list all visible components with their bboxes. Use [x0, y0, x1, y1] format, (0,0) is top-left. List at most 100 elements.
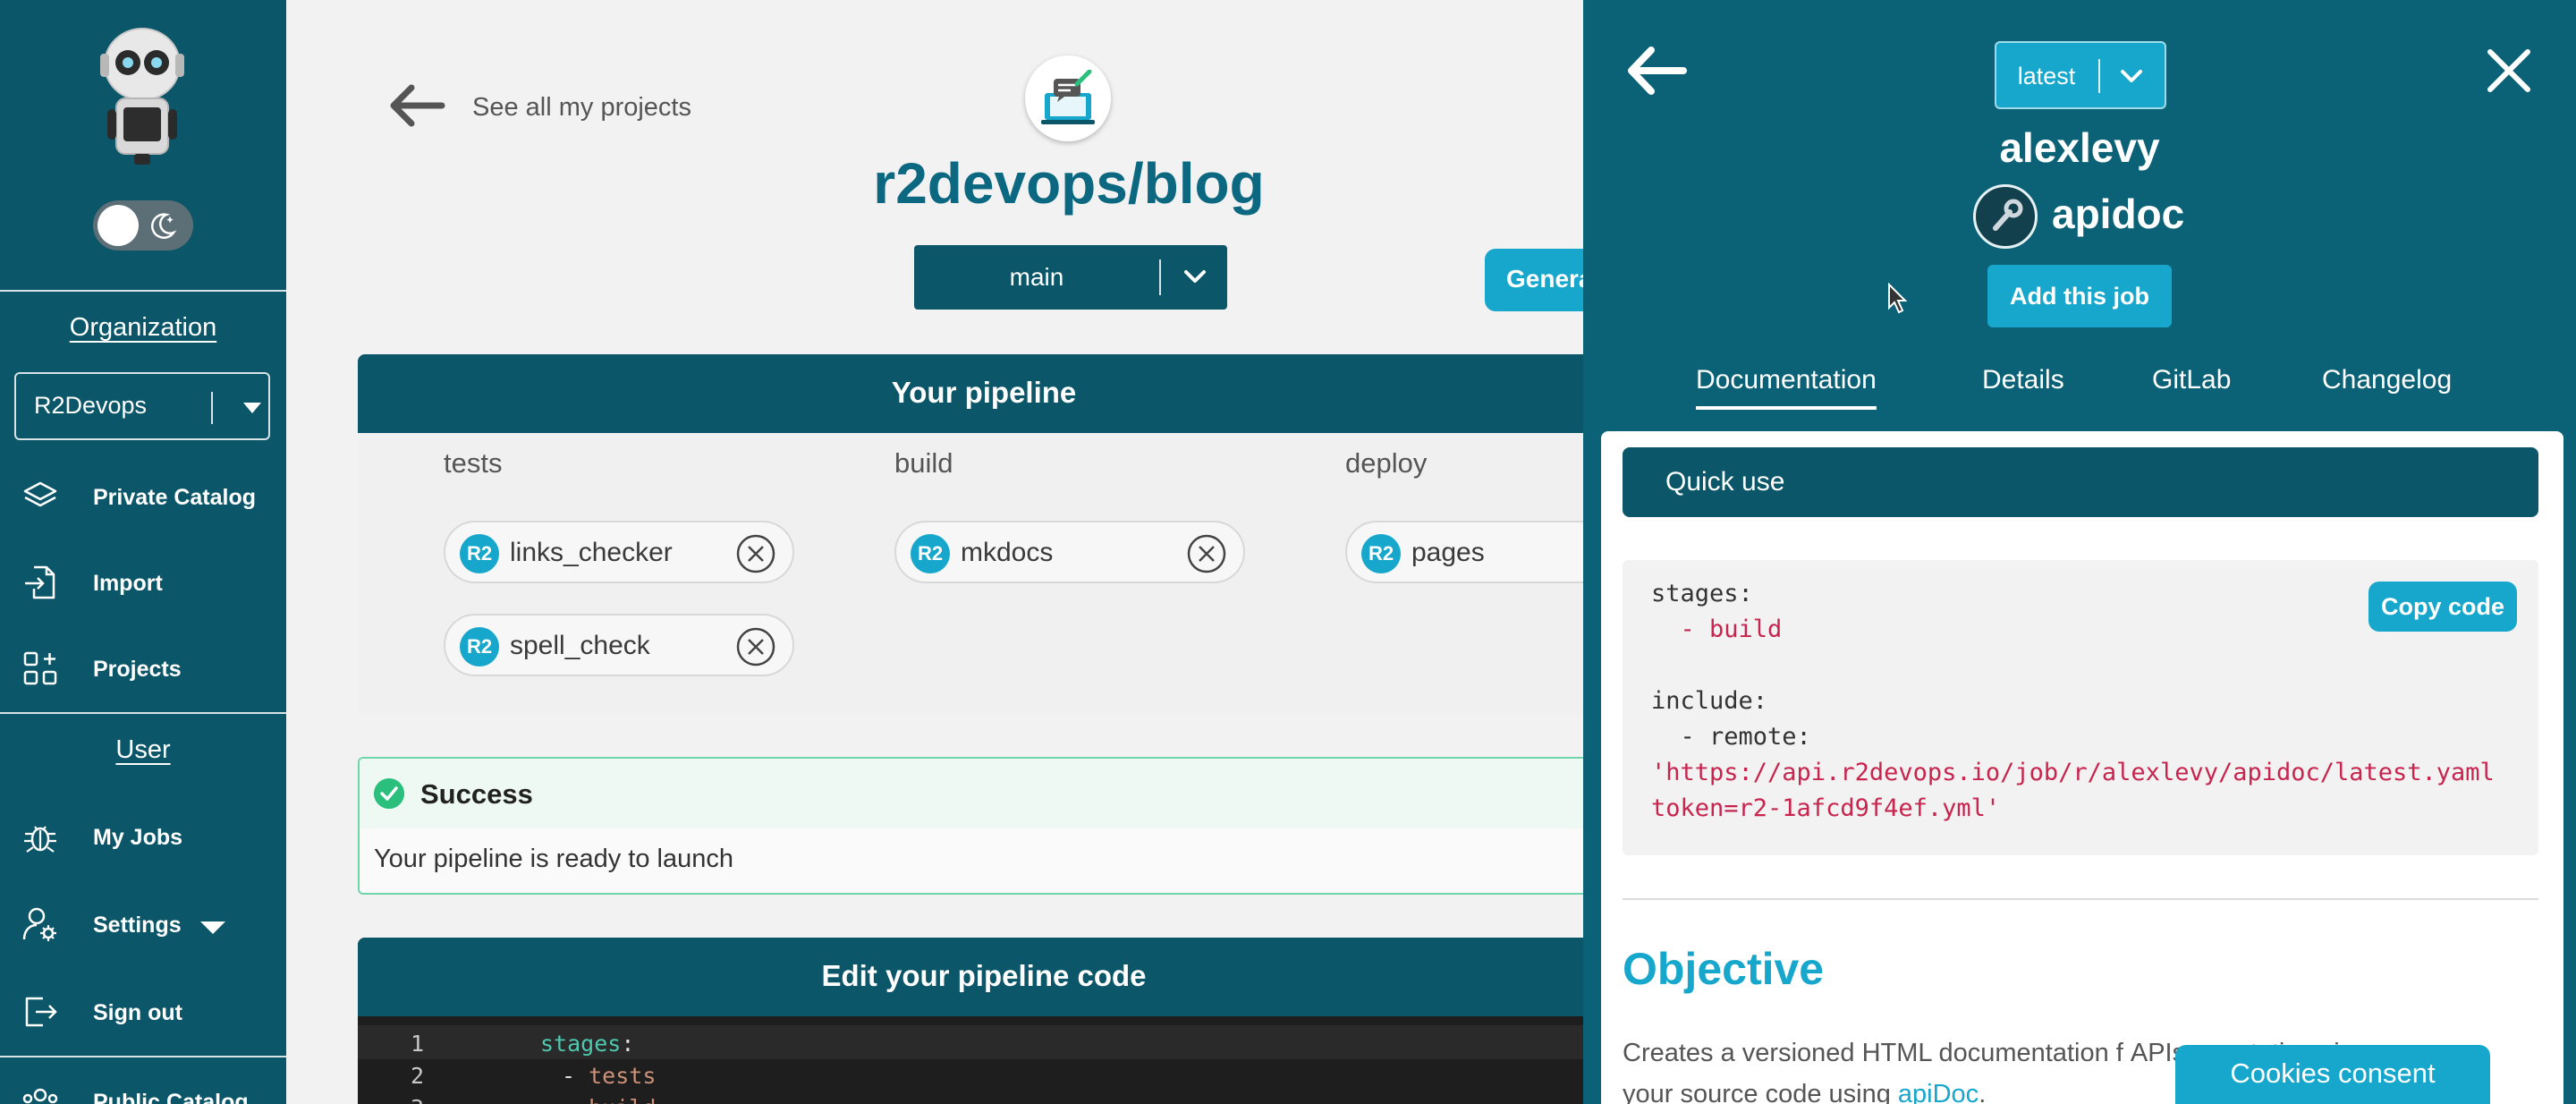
objective-text-part: your source code using [1623, 1080, 1898, 1104]
line-number: 3 [394, 1095, 424, 1104]
chevron-down-icon [2121, 70, 2142, 82]
user-heading: User [115, 735, 171, 764]
tab-details[interactable]: Details [1982, 365, 2064, 406]
remove-job-icon[interactable] [735, 533, 776, 574]
organization-select[interactable]: R2Devops [14, 372, 270, 440]
sidebar-item-label: Public Catalog [93, 1090, 249, 1104]
job-name: links_checker [510, 538, 673, 567]
job-chip-links-checker[interactable]: R2 links_checker [444, 521, 794, 583]
success-alert: Success Your pipeline is ready to launch [358, 757, 1610, 895]
code-value: build [589, 1095, 656, 1104]
public-catalog-icon [22, 1088, 58, 1104]
file-import-icon [25, 565, 55, 599]
tab-documentation[interactable]: Documentation [1696, 365, 1877, 410]
layers-icon [23, 481, 57, 507]
success-title: Success [420, 778, 533, 810]
stage-title: tests [444, 447, 503, 479]
code-line: include: [1651, 687, 1768, 715]
code-value: tests [589, 1063, 657, 1089]
project-icon [1025, 55, 1111, 141]
organization-select-value: R2Devops [34, 392, 148, 419]
cookies-consent-button[interactable]: Cookies consent [2175, 1045, 2490, 1104]
code-line: token=r2-1afcd9f4ef.yml' [1651, 794, 2001, 822]
chat-laptop-icon [1041, 70, 1095, 124]
moon-stars-icon [151, 213, 177, 239]
chevron-down-icon [1184, 270, 1206, 283]
copy-code-button[interactable]: Copy code [2368, 582, 2517, 632]
sidebar-item-import[interactable]: Import [0, 551, 286, 614]
sidebar-item-projects[interactable]: Projects [0, 637, 286, 700]
remove-job-icon[interactable] [735, 626, 776, 667]
objective-heading: Objective [1623, 944, 1825, 994]
objective-text-part: . [1979, 1080, 1987, 1104]
code-key: stages [540, 1031, 622, 1057]
user-settings-icon [22, 907, 56, 941]
add-job-button[interactable]: Add this job [1987, 265, 2172, 327]
apidoc-link[interactable]: apiDoc [1898, 1080, 1979, 1104]
quick-use-accordion[interactable]: Quick use [1623, 447, 2538, 517]
sidebar-item-public-catalog[interactable]: Public Catalog [0, 1070, 286, 1104]
sidebar-divider [0, 290, 286, 292]
job-name: apidoc [2052, 191, 2185, 237]
remove-job-icon[interactable] [1186, 533, 1227, 574]
job-name: spell_check [510, 631, 650, 660]
version-select[interactable]: latest [1995, 41, 2166, 109]
projects-grid-icon [23, 651, 57, 685]
sidebar-divider [0, 1056, 286, 1057]
success-header [360, 759, 1608, 828]
sidebar-item-label: Sign out [93, 1000, 182, 1025]
pipeline-code-editor[interactable]: Edit your pipeline code 1 stages: 2 - te… [358, 938, 1610, 1104]
objective-text-part: Creates a versioned HTML documentation f [1623, 1039, 2123, 1067]
close-icon[interactable] [2483, 45, 2535, 97]
sidebar-item-private-catalog[interactable]: Private Catalog [0, 465, 286, 528]
code-dash: - [1651, 616, 1710, 643]
see-all-projects-link[interactable]: See all my projects [385, 77, 760, 134]
job-name: mkdocs [961, 538, 1054, 567]
pipeline-card: Your pipeline tests build deploy R2 link… [358, 354, 1610, 714]
stage-title: deploy [1345, 447, 1428, 479]
robot-logo-icon[interactable] [89, 23, 195, 166]
code-line: - remote: [1651, 723, 1811, 751]
main-content: See all my projects r2devops/blog main G… [286, 0, 1664, 1104]
theme-toggle[interactable] [93, 200, 193, 251]
job-chip-pages[interactable]: R2 pages [1345, 521, 1610, 583]
job-detail-panel: latest alexlevy apidoc Add this job Docu… [1583, 0, 2576, 1104]
code-line: - build [562, 1095, 656, 1104]
quick-use-code-block: Copy code stages: - build include: - rem… [1623, 560, 2538, 855]
success-message: Your pipeline is ready to launch [374, 845, 733, 873]
documentation-content: Quick use Copy code stages: - build incl… [1601, 431, 2563, 1104]
select-separator [2098, 59, 2100, 93]
arrow-left-icon [390, 84, 445, 127]
sidebar-item-label: Settings [93, 913, 182, 938]
sign-out-icon [25, 997, 57, 1027]
sidebar-item-label: Import [93, 571, 163, 596]
code-line: stages: [1651, 580, 1753, 607]
sidebar-item-sign-out[interactable]: Sign out [0, 981, 286, 1043]
caret-down-icon [200, 921, 225, 934]
job-owner: alexlevy [1999, 124, 2160, 171]
sidebar-item-label: Projects [93, 657, 182, 682]
branch-select[interactable]: main [914, 245, 1227, 310]
sidebar-item-my-jobs[interactable]: My Jobs [0, 805, 286, 868]
job-chip-mkdocs[interactable]: R2 mkdocs [894, 521, 1245, 583]
code-line: - build [1651, 616, 1783, 643]
tab-gitlab[interactable]: GitLab [2152, 365, 2231, 406]
arrow-left-icon[interactable] [1623, 43, 1689, 98]
r2-badge: R2 [460, 627, 499, 667]
back-link-label: See all my projects [472, 93, 691, 122]
tab-changelog[interactable]: Changelog [2322, 365, 2452, 406]
r2-badge: R2 [1361, 534, 1401, 573]
job-avatar [1973, 184, 2038, 249]
code-line: - tests [562, 1063, 656, 1089]
select-separator [1159, 259, 1161, 295]
pipeline-header: Your pipeline [358, 354, 1610, 433]
version-select-value: latest [2017, 63, 2076, 89]
bug-icon [24, 826, 56, 853]
code-line: stages: [540, 1031, 634, 1057]
organization-heading: Organization [69, 313, 217, 342]
stage-title: build [894, 447, 953, 479]
code-punct: : [621, 1031, 635, 1057]
job-chip-spell-check[interactable]: R2 spell_check [444, 614, 794, 676]
sidebar-item-settings[interactable]: Settings [0, 893, 286, 955]
line-number: 1 [410, 1031, 424, 1057]
